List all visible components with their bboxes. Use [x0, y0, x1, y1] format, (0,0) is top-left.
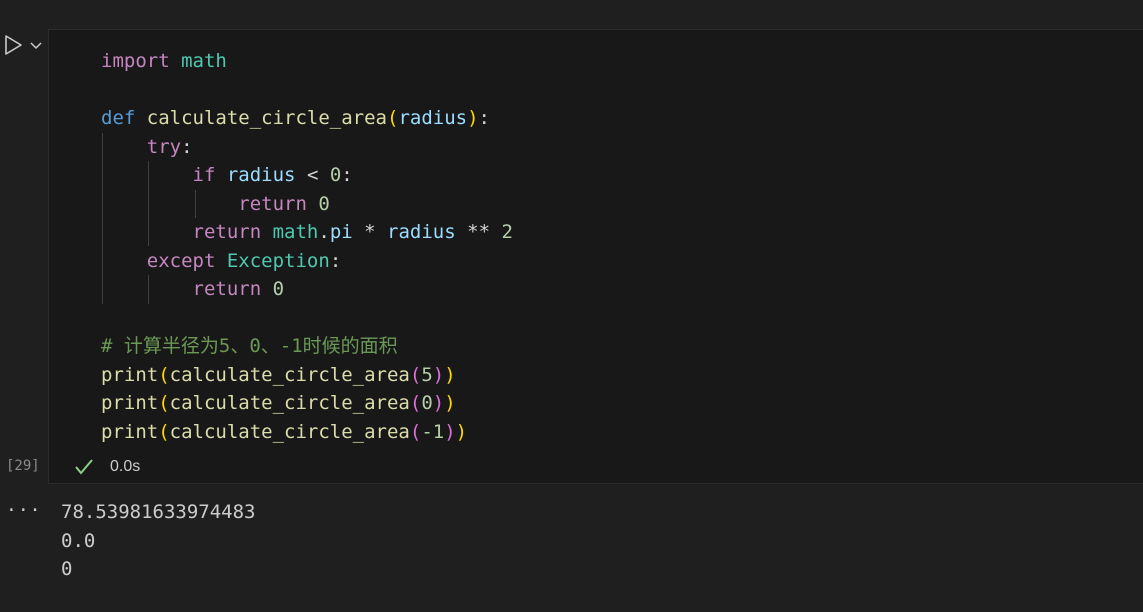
- number: 0: [329, 164, 342, 186]
- code-line: print(calculate_circle_area(5)): [101, 361, 513, 390]
- paren: ): [455, 420, 468, 443]
- paren: ): [444, 363, 456, 386]
- code-line-empty: [101, 76, 513, 105]
- number: 2: [501, 221, 513, 243]
- paren: ): [432, 363, 445, 386]
- number: 5: [421, 363, 433, 386]
- function-name: calculate_circle_area: [169, 363, 410, 386]
- code-line-empty: [101, 304, 513, 333]
- operator: *: [352, 221, 388, 243]
- keyword: def: [101, 107, 136, 129]
- module-name: math: [272, 221, 319, 243]
- keyword: return: [192, 278, 262, 300]
- paren: ): [444, 392, 456, 414]
- dot: .: [318, 221, 330, 243]
- output-line: 0.0: [61, 529, 96, 552]
- keyword: return: [192, 221, 262, 243]
- module-name: math: [181, 50, 227, 72]
- paren: (: [387, 107, 399, 129]
- execution-time: 0.0s: [110, 458, 141, 475]
- number: 0: [318, 192, 330, 215]
- keyword: if: [192, 164, 216, 186]
- function-name: calculate_circle_area: [169, 420, 410, 443]
- cell-status: 0.0s: [74, 455, 140, 479]
- code-line: return 0: [101, 275, 513, 304]
- code-line: print(calculate_circle_area(-1)): [101, 418, 513, 447]
- output-line: 78.53981633974483: [61, 501, 256, 523]
- number: 0: [272, 278, 285, 300]
- chevron-down-icon[interactable]: [28, 35, 44, 55]
- keyword: try: [146, 135, 182, 158]
- run-cell-icon[interactable]: [2, 34, 24, 56]
- colon: :: [478, 107, 490, 129]
- code-line: print(calculate_circle_area(0)): [101, 389, 513, 418]
- operator: <: [295, 164, 330, 186]
- keyword: import: [101, 50, 170, 72]
- class-name: Exception: [226, 249, 330, 272]
- check-icon: [75, 459, 93, 475]
- code-line: return math.pi * radius ** 2: [101, 218, 513, 247]
- function-name: calculate_circle_area: [169, 392, 410, 414]
- paren: (: [409, 392, 422, 414]
- attribute: pi: [329, 221, 353, 243]
- cell-run-controls: [2, 34, 44, 56]
- output-line: 0: [61, 558, 73, 580]
- code-line: return 0: [101, 190, 513, 219]
- code-line: if radius < 0:: [101, 161, 513, 190]
- paren: (: [158, 420, 170, 443]
- colon: :: [341, 164, 353, 186]
- function-name: print: [101, 420, 159, 443]
- cell-output: 78.53981633974483 0.0 0: [61, 498, 255, 584]
- paren: ): [432, 392, 445, 414]
- variable: radius: [387, 221, 456, 243]
- operator: **: [455, 221, 502, 243]
- keyword: return: [238, 192, 307, 215]
- colon: :: [181, 135, 193, 158]
- code-line: # 计算半径为5、0、-1时候的面积: [101, 332, 513, 361]
- code-editor[interactable]: import math def calculate_circle_area(rad…: [101, 47, 513, 446]
- function-name: print: [101, 363, 159, 386]
- code-line: try:: [101, 133, 513, 162]
- paren: (: [409, 363, 422, 386]
- paren: (: [158, 363, 170, 386]
- code-line: def calculate_circle_area(radius):: [101, 104, 513, 133]
- function-name: calculate_circle_area: [146, 107, 387, 129]
- colon: :: [329, 249, 342, 272]
- variable: radius: [226, 164, 296, 186]
- number: 0: [421, 392, 433, 414]
- execution-count: [29]: [6, 458, 40, 474]
- number: -1: [421, 420, 445, 443]
- paren: ): [467, 107, 479, 129]
- paren: (: [409, 420, 422, 443]
- comment: # 计算半径为5、0、-1时候的面积: [101, 335, 398, 357]
- keyword: except: [146, 249, 216, 272]
- code-line: except Exception:: [101, 247, 513, 276]
- paren: ): [444, 420, 456, 443]
- output-more-actions-button[interactable]: ···: [6, 500, 42, 521]
- function-name: print: [101, 392, 159, 414]
- code-line: import math: [101, 47, 513, 76]
- parameter: radius: [398, 107, 468, 129]
- paren: (: [158, 392, 170, 414]
